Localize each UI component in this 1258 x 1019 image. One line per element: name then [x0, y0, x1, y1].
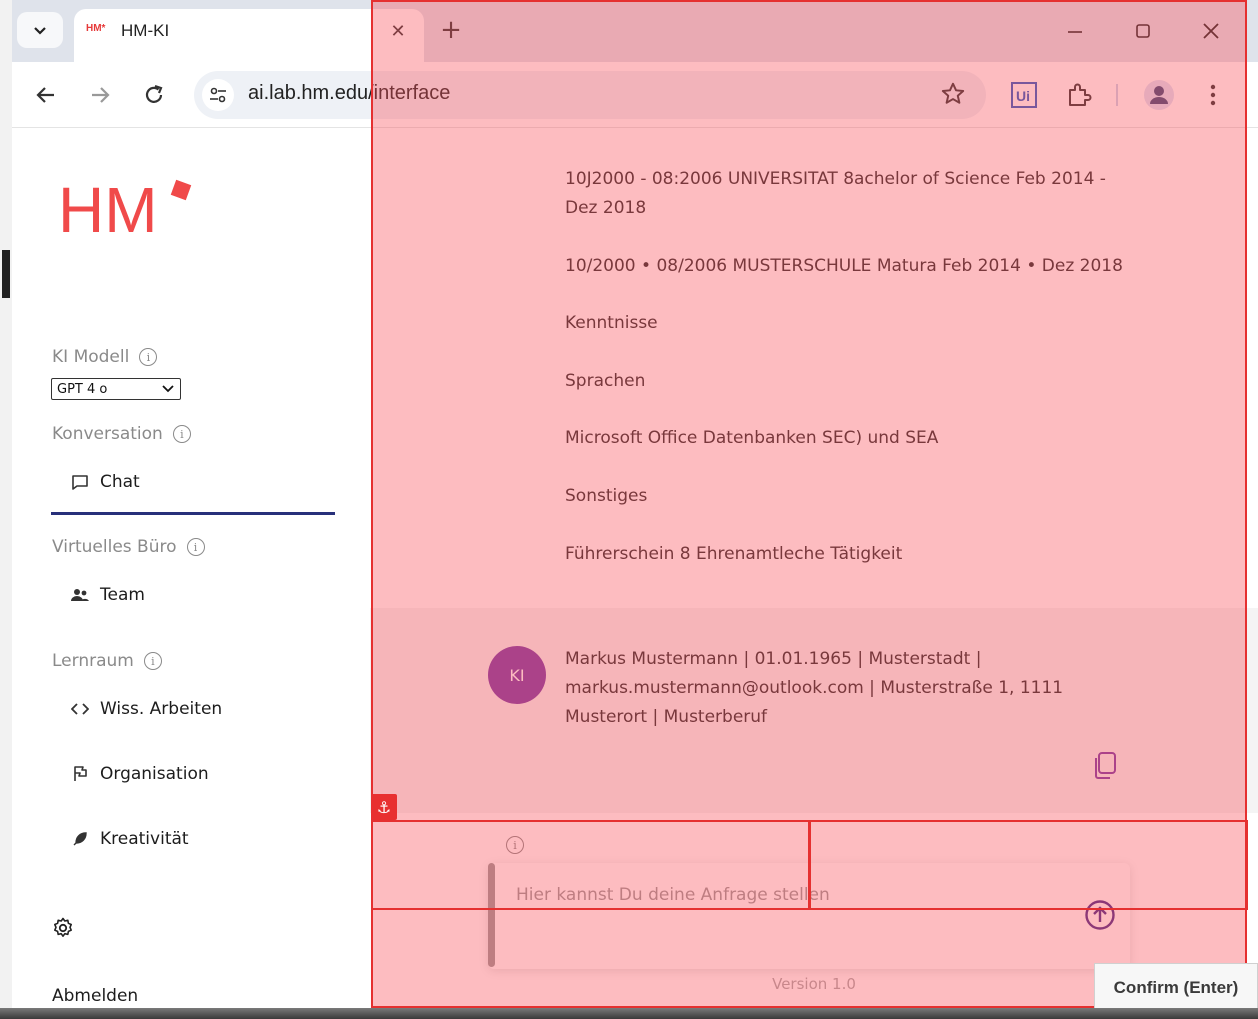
back-button[interactable]: [29, 78, 63, 112]
konversation-section: Konversation i: [52, 424, 191, 444]
arrow-left-icon: [36, 87, 54, 103]
chat-label: Chat: [100, 472, 140, 492]
reload-icon: [145, 84, 163, 103]
model-select[interactable]: GPT 4 o: [51, 378, 181, 400]
reload-button[interactable]: [137, 78, 171, 112]
wiss-arbeiten-label: Wiss. Arbeiten: [100, 699, 223, 719]
chevron-down-icon: [162, 385, 174, 393]
flag-icon: [70, 764, 90, 784]
site-info-button[interactable]: [202, 79, 234, 111]
settings-gear-icon[interactable]: [51, 916, 75, 940]
active-indicator: [51, 512, 335, 515]
virtuelles-buero-section: Virtuelles Büro i: [52, 537, 205, 557]
left-window-edge: [0, 0, 12, 1008]
group-icon: [70, 585, 90, 605]
info-icon[interactable]: i: [186, 538, 205, 556]
lernraum-label: Lernraum: [52, 651, 134, 671]
ki-modell-label: KI Modell: [52, 347, 130, 367]
konversation-label: Konversation: [52, 424, 163, 444]
confirm-button[interactable]: Confirm (Enter): [1094, 963, 1258, 1013]
forward-button[interactable]: [83, 78, 117, 112]
ki-modell-section: KI Modell i: [52, 347, 158, 367]
overlay-region-right: [808, 820, 1248, 910]
model-select-value: GPT 4 o: [57, 381, 108, 397]
code-icon: [70, 699, 90, 719]
edge-marker: [2, 250, 10, 298]
team-label: Team: [100, 585, 145, 605]
lernraum-section: Lernraum i: [52, 651, 162, 671]
logo-text: HM: [58, 174, 158, 244]
tab-title: HM-KI: [121, 21, 170, 40]
overlay-region-left: [371, 820, 811, 910]
feather-pen-icon: [70, 829, 90, 849]
sidebar-item-kreativitaet[interactable]: Kreativität: [70, 829, 189, 849]
info-icon[interactable]: i: [143, 652, 162, 670]
chat-bubble-icon: [70, 472, 90, 492]
info-icon[interactable]: i: [139, 348, 158, 366]
chevron-down-icon: [34, 27, 46, 35]
sidebar-item-team[interactable]: Team: [70, 585, 145, 605]
favicon-icon: HM*: [86, 23, 106, 34]
organisation-label: Organisation: [100, 764, 209, 784]
anchor-icon[interactable]: ⚓: [371, 794, 397, 820]
taskbar-edge: [0, 1008, 1258, 1019]
tune-icon: [210, 87, 226, 103]
sidebar-item-organisation[interactable]: Organisation: [70, 764, 209, 784]
sidebar-item-wiss-arbeiten[interactable]: Wiss. Arbeiten: [70, 699, 222, 719]
sidebar: HM KI Modell i GPT 4 o Konversation i Ch…: [12, 128, 370, 1008]
kreativitaet-label: Kreativität: [100, 829, 189, 849]
logout-link[interactable]: Abmelden: [52, 986, 138, 1006]
arrow-right-icon: [92, 87, 110, 103]
virtuelles-buero-label: Virtuelles Büro: [52, 537, 177, 557]
sidebar-item-chat[interactable]: Chat: [70, 472, 140, 492]
hm-logo[interactable]: HM: [58, 174, 218, 246]
tab-search-button[interactable]: [17, 12, 63, 48]
info-icon[interactable]: i: [172, 425, 191, 443]
